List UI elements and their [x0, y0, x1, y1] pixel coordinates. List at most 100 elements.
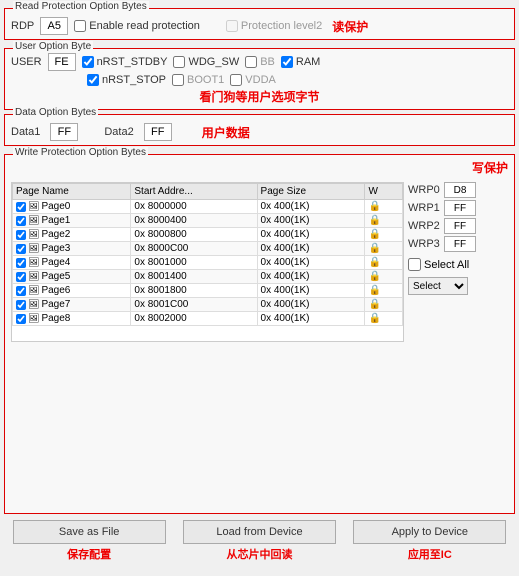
page-cell: 🖼 Page5: [13, 270, 131, 284]
lock-cell: 🔒: [365, 214, 403, 228]
wrp2-input[interactable]: [444, 218, 476, 234]
wrp1-row: WRP1: [408, 200, 508, 216]
data1-label: Data1: [11, 126, 40, 138]
write-protection-table-container[interactable]: Page Name Start Addre... Page Size W 🖼 P…: [11, 182, 404, 342]
page-cell: 🖼 Page4: [13, 256, 131, 270]
data-option-title: Data Option Bytes: [13, 107, 98, 118]
page-checkbox-1[interactable]: [16, 216, 26, 226]
page-checkbox-8[interactable]: [16, 314, 26, 324]
table-row: 🖼 Page1 0x 8000400 0x 400(1K) 🔒: [13, 214, 403, 228]
page-cell: 🖼 Page8: [13, 312, 131, 326]
boot1-checkbox[interactable]: [172, 74, 184, 86]
lock-icon: 🔒: [368, 285, 380, 296]
lock-icon: 🔒: [368, 201, 380, 212]
page-checkbox-2[interactable]: [16, 230, 26, 240]
lock-cell: 🔒: [365, 284, 403, 298]
bb-checkbox[interactable]: [245, 56, 257, 68]
start-addr-cell: 0x 8001400: [131, 270, 257, 284]
vdda-label[interactable]: VDDA: [230, 74, 276, 86]
rdp-input[interactable]: [40, 17, 68, 35]
lock-cell: 🔒: [365, 228, 403, 242]
page-size-cell: 0x 400(1K): [257, 214, 365, 228]
start-addr-cell: 0x 8000000: [131, 200, 257, 214]
page-checkbox-4[interactable]: [16, 258, 26, 268]
wrp0-input[interactable]: [444, 182, 476, 198]
user-option-title: User Option Byte: [13, 41, 93, 52]
nrst-stop-label[interactable]: nRST_STOP: [87, 74, 166, 86]
wrp0-label: WRP0: [408, 184, 440, 196]
lock-icon: 🔒: [368, 215, 380, 226]
lock-icon: 🔒: [368, 313, 380, 324]
apply-to-device-button[interactable]: Apply to Device: [353, 520, 506, 544]
nrst-stop-checkbox[interactable]: [87, 74, 99, 86]
page-checkbox-5[interactable]: [16, 272, 26, 282]
table-row: 🖼 Page4 0x 8001000 0x 400(1K) 🔒: [13, 256, 403, 270]
load-btn-group: Load from Device 从芯片中回读: [174, 520, 344, 572]
wdg-sw-label[interactable]: WDG_SW: [173, 56, 239, 68]
save-as-file-button[interactable]: Save as File: [13, 520, 166, 544]
wrp3-label: WRP3: [408, 238, 440, 250]
page-checkbox-6[interactable]: [16, 286, 26, 296]
wrp1-input[interactable]: [444, 200, 476, 216]
table-row: 🖼 Page3 0x 8000C00 0x 400(1K) 🔒: [13, 242, 403, 256]
page-size-cell: 0x 400(1K): [257, 298, 365, 312]
wrp3-row: WRP3: [408, 236, 508, 252]
page-cell: 🖼 Page3: [13, 242, 131, 256]
ram-label[interactable]: RAM: [281, 56, 320, 68]
wrp-panel: WRP0 WRP1 WRP2 WRP3 Select All: [408, 182, 508, 342]
apply-btn-group: Apply to Device 应用至IC: [345, 520, 515, 572]
vdda-checkbox[interactable]: [230, 74, 242, 86]
lock-cell: 🔒: [365, 256, 403, 270]
start-addr-cell: 0x 8001000: [131, 256, 257, 270]
page-checkbox-3[interactable]: [16, 244, 26, 254]
wdg-sw-checkbox[interactable]: [173, 56, 185, 68]
start-addr-cell: 0x 8001800: [131, 284, 257, 298]
nrst-stdby-label[interactable]: nRST_STDBY: [82, 56, 168, 68]
user-option-row2: nRST_STOP BOOT1 VDDA: [11, 74, 508, 86]
data2-input[interactable]: [144, 123, 172, 141]
wrp0-row: WRP0: [408, 182, 508, 198]
lock-icon: 🔒: [368, 271, 380, 282]
enable-read-protection-label[interactable]: Enable read protection: [74, 20, 200, 32]
write-protection-table: Page Name Start Addre... Page Size W 🖼 P…: [12, 183, 403, 326]
lock-cell: 🔒: [365, 312, 403, 326]
data1-input[interactable]: [50, 123, 78, 141]
save-as-file-chinese: 保存配置: [67, 546, 111, 562]
protection-level2-label[interactable]: Protection level2: [226, 20, 322, 32]
boot1-label[interactable]: BOOT1: [172, 74, 224, 86]
page-size-cell: 0x 400(1K): [257, 200, 365, 214]
select-dropdown[interactable]: Select: [408, 277, 468, 295]
page-checkbox-0[interactable]: [16, 202, 26, 212]
page-checkbox-7[interactable]: [16, 300, 26, 310]
table-row: 🖼 Page0 0x 8000000 0x 400(1K) 🔒: [13, 200, 403, 214]
page-size-cell: 0x 400(1K): [257, 256, 365, 270]
enable-read-protection-checkbox[interactable]: [74, 20, 86, 32]
nrst-stdby-checkbox[interactable]: [82, 56, 94, 68]
page-size-cell: 0x 400(1K): [257, 242, 365, 256]
bottom-buttons: Save as File 保存配置 Load from Device 从芯片中回…: [4, 520, 515, 572]
lock-icon: 🔒: [368, 257, 380, 268]
table-row: 🖼 Page5 0x 8001400 0x 400(1K) 🔒: [13, 270, 403, 284]
write-protection-title: Write Protection Option Bytes: [13, 147, 148, 158]
user-option-section: User Option Byte USER nRST_STDBY WDG_SW …: [4, 48, 515, 110]
load-from-device-button[interactable]: Load from Device: [183, 520, 336, 544]
user-option-chinese-note: 看门狗等用户选项字节: [11, 88, 508, 105]
page-cell: 🖼 Page0: [13, 200, 131, 214]
select-all-checkbox[interactable]: [408, 258, 421, 271]
lock-cell: 🔒: [365, 270, 403, 284]
select-all-row: Select All: [408, 258, 508, 271]
ram-checkbox[interactable]: [281, 56, 293, 68]
page-cell: 🖼 Page7: [13, 298, 131, 312]
rdp-label: RDP: [11, 20, 34, 32]
col-start-addr: Start Addre...: [131, 184, 257, 200]
start-addr-cell: 0x 8000800: [131, 228, 257, 242]
lock-cell: 🔒: [365, 242, 403, 256]
wrp3-input[interactable]: [444, 236, 476, 252]
page-cell: 🖼 Page2: [13, 228, 131, 242]
start-addr-cell: 0x 8000C00: [131, 242, 257, 256]
bb-label[interactable]: BB: [245, 56, 275, 68]
read-protection-title: Read Protection Option Bytes: [13, 1, 149, 12]
user-input[interactable]: [48, 53, 76, 71]
lock-icon: 🔒: [368, 243, 380, 254]
col-w: W: [365, 184, 403, 200]
